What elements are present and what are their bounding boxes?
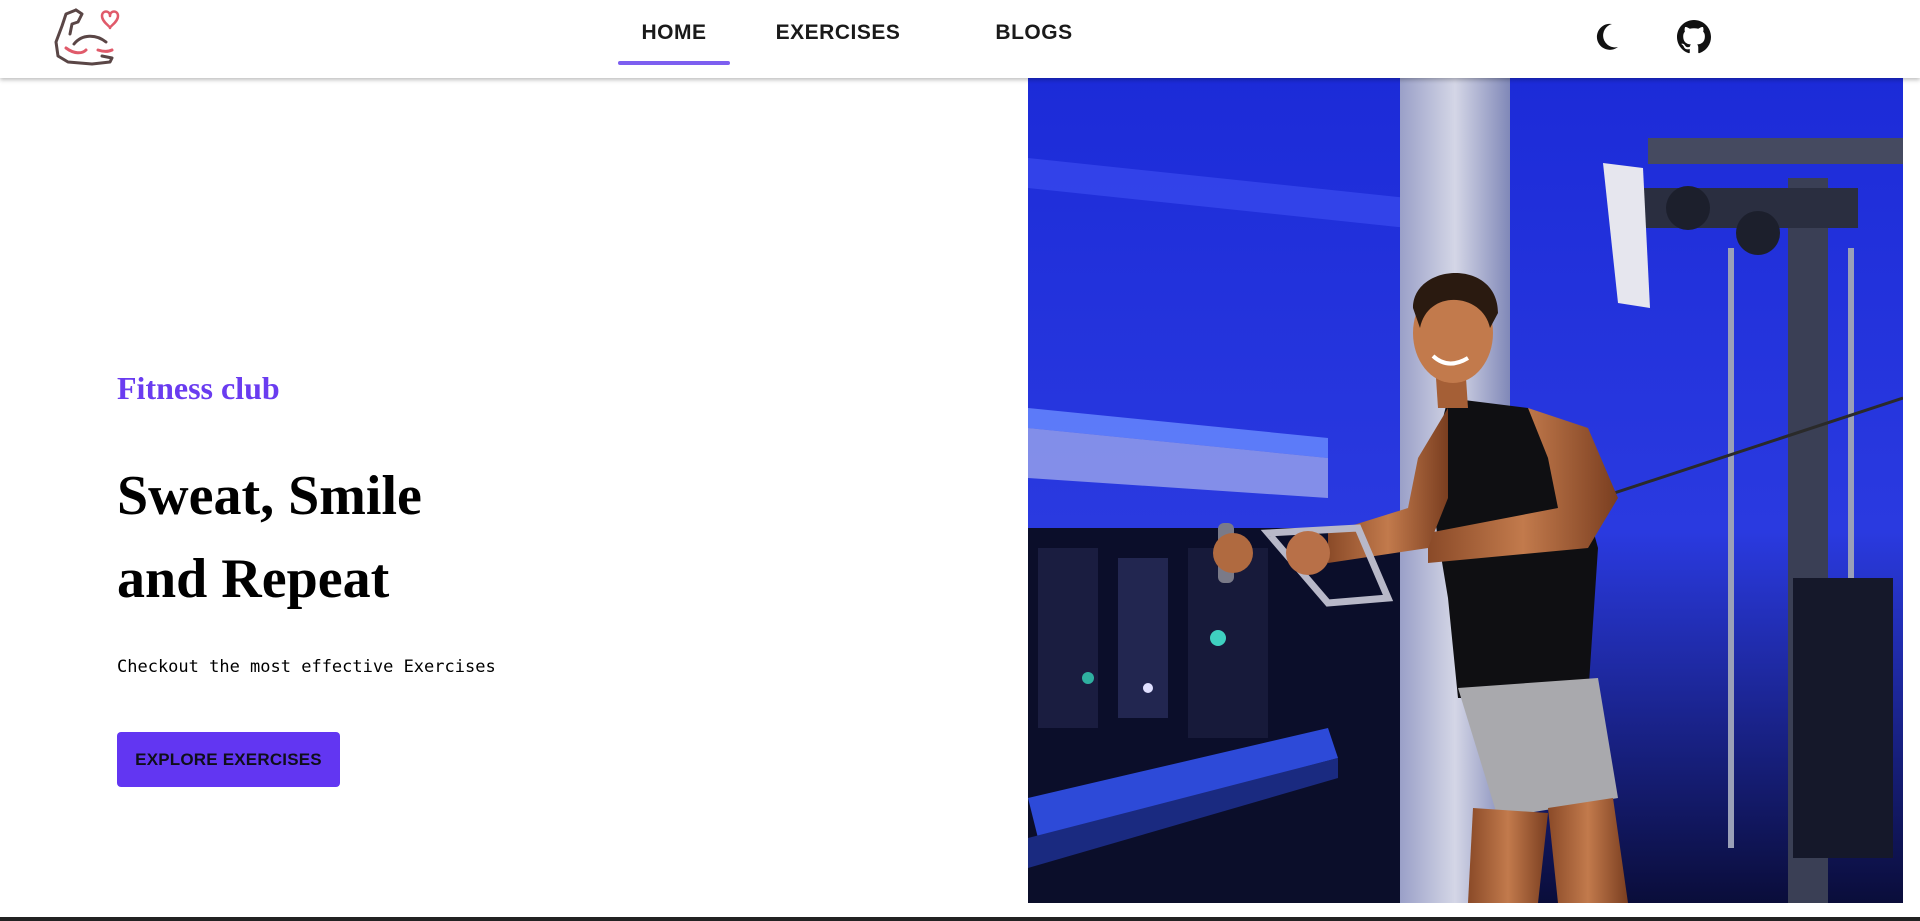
navbar: HOME EXERCISES BLOGS [0,0,1920,78]
hero-title: Sweat, Smile and Repeat [117,455,637,621]
active-tab-indicator [618,61,730,65]
logo-muscle-icon[interactable] [52,4,120,68]
hero-subtitle: Fitness club [117,370,280,406]
nav-blogs-link[interactable]: BLOGS [974,0,1094,66]
moon-icon[interactable] [1592,20,1626,54]
nav-home-link[interactable]: HOME [618,0,730,66]
hero-title-line-1: Sweat, Smile [117,465,422,527]
hero-description: Checkout the most effective Exercises [117,657,496,677]
explore-exercises-button[interactable]: EXPLORE EXERCISES [117,732,340,787]
nav-exercises-link[interactable]: EXERCISES [766,0,910,66]
github-icon[interactable] [1677,20,1711,54]
hero-gym-image [1028,78,1903,903]
hero-title-line-2: and Repeat [117,548,390,610]
page-bottom-divider [0,917,1920,921]
